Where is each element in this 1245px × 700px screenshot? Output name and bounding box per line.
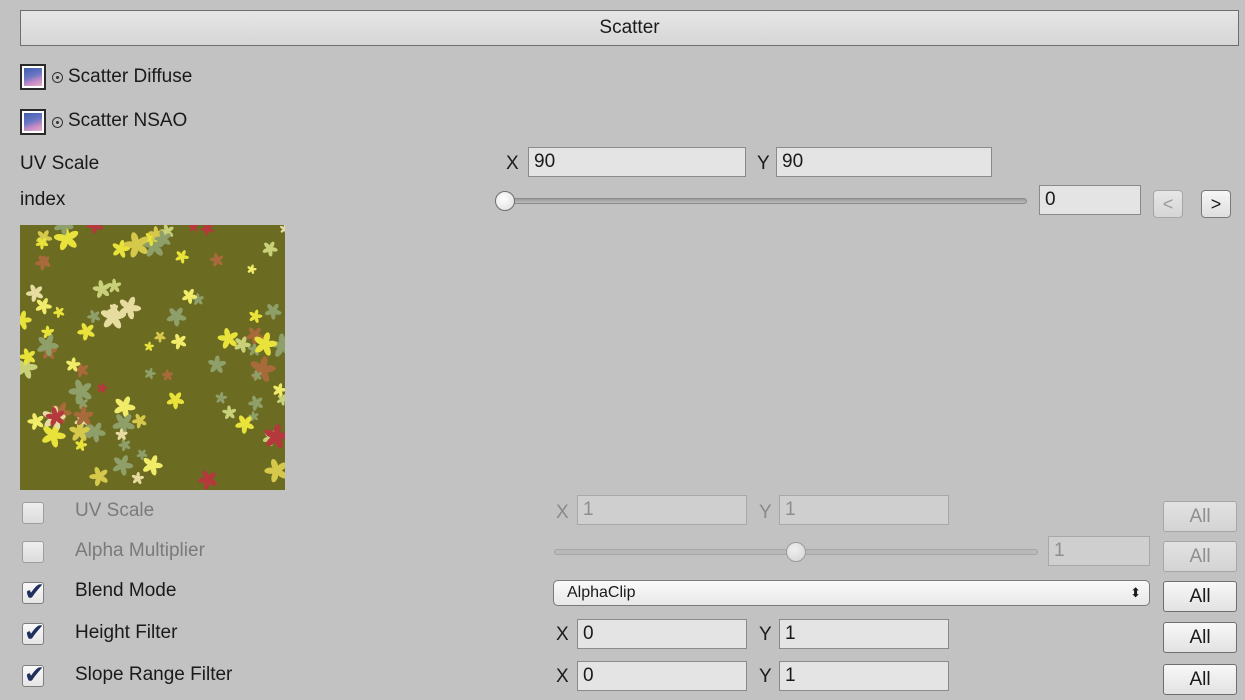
leaf-shape (262, 241, 278, 257)
alpha-multiplier-all-button[interactable]: All (1163, 541, 1237, 572)
leaf-shape (200, 225, 214, 236)
leaf-shape (250, 356, 276, 382)
alpha-multiplier-slider-knob[interactable] (786, 542, 806, 562)
height-filter-x-field[interactable]: 0 (577, 619, 747, 649)
slope-range-filter-y-label: Y (759, 666, 772, 687)
leaf-shape (197, 470, 217, 490)
section-header-scatter: Scatter (20, 10, 1239, 46)
leaf-shape (188, 225, 199, 232)
height-filter-label: Height Filter (75, 622, 178, 643)
alpha-multiplier-value-field[interactable]: 1 (1048, 536, 1150, 566)
layer-uv-scale-label: UV Scale (75, 500, 155, 521)
leaf-shape (86, 225, 104, 234)
leaf-shape (161, 369, 174, 381)
object-picker-icon[interactable] (52, 72, 63, 83)
uv-scale-y-label: Y (757, 153, 770, 174)
leaf-shape (144, 341, 154, 351)
section-header-title: Scatter (599, 17, 660, 38)
scatter-diffuse-thumbnail[interactable] (20, 64, 46, 90)
blend-mode-all-button[interactable]: All (1163, 581, 1237, 612)
leaf-shape (166, 307, 187, 327)
leaf-shape (248, 395, 263, 411)
leaf-shape (53, 306, 65, 319)
leaf-shape (36, 230, 53, 246)
alpha-multiplier-override-checkbox[interactable] (22, 541, 44, 563)
layer-uv-scale-y-label: Y (759, 502, 772, 523)
leaf-shape (154, 331, 166, 343)
slope-range-filter-x-label: X (556, 666, 569, 687)
leaf-shape (131, 471, 145, 485)
checkmark-icon: ✔ (24, 660, 45, 689)
slope-range-filter-x-field[interactable]: 0 (577, 661, 747, 691)
height-filter-y-label: Y (759, 624, 772, 645)
leaf-shape (144, 367, 156, 380)
blend-mode-dropdown[interactable]: AlphaClip ⬍ (553, 580, 1150, 606)
height-filter-override-checkbox[interactable]: ✔ (22, 618, 45, 647)
leaf-shape (280, 225, 285, 234)
checkmark-icon: ✔ (24, 577, 45, 606)
slope-range-filter-all-button[interactable]: All (1163, 664, 1237, 695)
uv-scale-x-label: X (506, 153, 519, 174)
blend-mode-override-checkbox[interactable]: ✔ (22, 577, 45, 606)
leaf-shape (264, 303, 282, 320)
index-slider-track[interactable] (505, 198, 1027, 204)
leaf-shape (208, 355, 227, 373)
layer-uv-scale-x-label: X (556, 502, 569, 523)
uv-scale-y-field[interactable]: 90 (776, 147, 992, 177)
leaf-shape (264, 458, 285, 483)
leaf-shape (222, 405, 237, 420)
slope-range-filter-label: Slope Range Filter (75, 664, 233, 685)
leaf-shape (249, 309, 263, 323)
height-filter-all-button[interactable]: All (1163, 622, 1237, 653)
leaf-shape (175, 250, 189, 264)
leaf-shape (77, 323, 95, 341)
layer-uv-scale-y-field[interactable]: 1 (779, 495, 949, 525)
leaf-pattern-image (20, 225, 285, 490)
scatter-nsao-thumbnail[interactable] (20, 109, 46, 135)
alpha-multiplier-label: Alpha Multiplier (75, 540, 205, 561)
uv-scale-x-field[interactable]: 90 (528, 147, 746, 177)
scatter-diffuse-label: Scatter Diffuse (68, 66, 193, 87)
height-filter-x-label: X (556, 624, 569, 645)
leaf-shape (166, 392, 185, 410)
leaf-shape (215, 391, 228, 404)
slope-range-filter-y-field[interactable]: 1 (779, 661, 949, 691)
index-previous-button[interactable]: < (1153, 190, 1183, 218)
checkmark-icon: ✔ (24, 618, 45, 647)
uv-scale-label: UV Scale (20, 153, 100, 174)
scatter-nsao-label: Scatter NSAO (68, 110, 188, 131)
leaf-shape (25, 284, 44, 302)
leaf-shape (209, 252, 224, 267)
blend-mode-label: Blend Mode (75, 580, 177, 601)
leaf-shape (247, 264, 257, 274)
blend-mode-selected-value: AlphaClip (567, 584, 636, 601)
leaf-shape (87, 310, 101, 324)
leaf-shape (97, 382, 108, 394)
leaf-shape (264, 424, 285, 449)
layer-uv-scale-all-button[interactable]: All (1163, 501, 1237, 532)
index-slider-knob[interactable] (495, 191, 515, 211)
leaf-shape (115, 428, 128, 440)
slope-range-filter-override-checkbox[interactable]: ✔ (22, 660, 45, 689)
height-filter-y-field[interactable]: 1 (779, 619, 949, 649)
updown-arrows-icon: ⬍ (1130, 585, 1141, 600)
leaf-shape (114, 396, 136, 418)
object-picker-icon[interactable] (52, 117, 63, 128)
index-next-button[interactable]: > (1201, 190, 1231, 218)
leaf-shape (171, 333, 187, 350)
uv-scale-override-checkbox[interactable] (22, 502, 44, 524)
layer-uv-scale-x-field[interactable]: 1 (577, 495, 747, 525)
leaf-shape (20, 310, 32, 330)
index-label: index (20, 189, 66, 210)
scatter-texture-preview (20, 225, 285, 490)
index-value-field[interactable]: 0 (1039, 185, 1141, 215)
leaf-shape (89, 466, 108, 487)
